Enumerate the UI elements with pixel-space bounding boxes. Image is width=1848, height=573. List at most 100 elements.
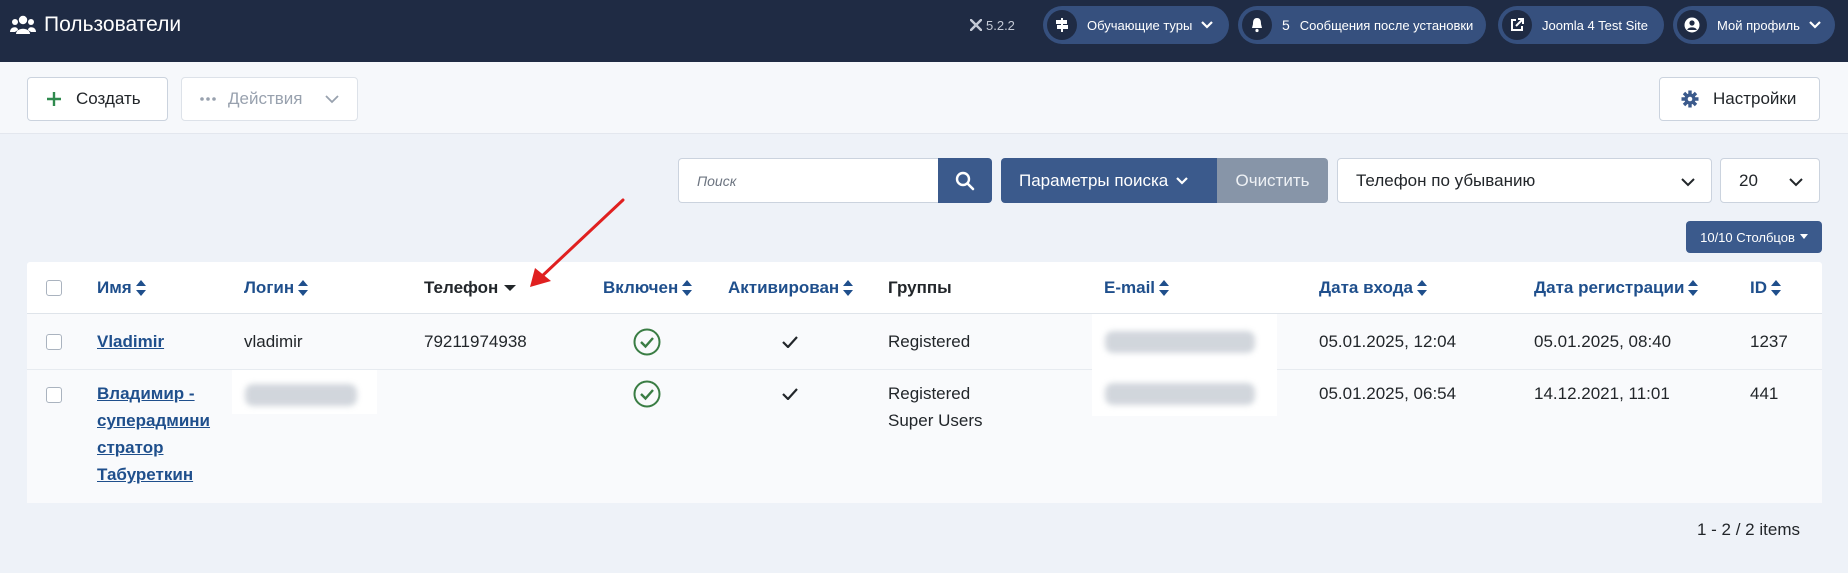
search-input[interactable] [678,158,938,203]
user-email-blurred [1105,383,1255,405]
sort-icon [843,279,854,296]
list-limit-select[interactable]: 20 [1720,158,1820,203]
column-header-activated[interactable]: Активирован [728,274,854,301]
search-button[interactable] [938,158,992,203]
user-name-link[interactable]: Владимир - суперадмини стратор Табуретки… [97,380,210,488]
create-button[interactable]: Создать [27,77,168,121]
ellipsis-icon [200,97,216,101]
actions-label: Действия [228,89,303,108]
joomla-icon [970,19,982,31]
user-group: Super Users [888,411,983,430]
site-link-button[interactable]: Joomla 4 Test Site [1498,6,1664,44]
column-header-registered-label: Дата регистрации [1534,278,1685,297]
bell-icon [1242,10,1272,40]
search-icon [955,171,975,190]
column-header-login[interactable]: Логин [244,274,309,301]
column-header-email[interactable]: E-mail [1104,274,1170,301]
row-checkbox[interactable] [46,334,62,350]
row-checkbox[interactable] [46,387,62,403]
clear-label: Очистить [1235,170,1310,190]
user-name-line: Владимир - [97,384,195,403]
user-phone: 79211974938 [424,332,527,351]
actions-dropdown[interactable]: Действия [181,77,358,121]
column-header-name-label: Имя [97,278,132,297]
user-name-link[interactable]: Vladimir [97,328,164,355]
column-header-last-visit-label: Дата входа [1319,278,1413,297]
column-header-login-label: Логин [244,278,295,297]
sort-select-value: Телефон по убыванию [1356,170,1536,190]
user-email-blurred [1105,331,1255,353]
sort-icon [682,279,693,296]
joomla-version-text: 5.2.2 [986,17,1015,33]
sort-icon [135,279,146,296]
user-last-visit: 05.01.2025, 06:54 [1319,384,1457,403]
post-install-count: 5 [1282,17,1290,33]
column-header-groups: Группы [888,274,952,301]
chevron-down-icon [1176,176,1189,185]
sort-icon [1416,279,1427,296]
user-circle-icon [1677,10,1707,40]
user-name-line: стратор [97,438,164,457]
sort-desc-icon [504,284,517,291]
columns-label: 10/10 Столбцов [1700,229,1795,245]
gear-icon [1681,90,1699,108]
post-install-messages-button[interactable]: 5 Сообщения после установки [1238,6,1486,44]
sort-icon [298,279,309,296]
site-link-label: Joomla 4 Test Site [1542,17,1648,33]
enabled-check-icon[interactable] [633,380,661,408]
column-header-registered[interactable]: Дата регистрации [1534,274,1699,301]
chevron-down-icon [1789,178,1803,187]
columns-button[interactable]: 10/10 Столбцов [1686,221,1822,253]
column-header-id[interactable]: ID [1750,274,1781,301]
column-header-name[interactable]: Имя [97,274,146,301]
chevron-down-icon [1809,21,1821,29]
users-table: Имя Логин Телефон Включен Активирован Гр… [27,262,1822,503]
user-name-line: суперадмини [97,411,211,430]
clear-button[interactable]: Очистить [1217,158,1328,203]
pagination-summary: 1 - 2 / 2 items [1697,520,1800,539]
activated-check-icon [782,388,798,400]
column-header-enabled-label: Включен [603,278,679,297]
user-last-visit: 05.01.2025, 12:04 [1319,332,1457,351]
column-header-enabled[interactable]: Включен [603,274,693,301]
users-icon [10,15,36,34]
chevron-down-icon [1681,178,1695,187]
table-header-row: Имя Логин Телефон Включен Активирован Гр… [27,262,1822,314]
user-groups: Registered Super Users [888,380,982,434]
column-header-last-visit[interactable]: Дата входа [1319,274,1427,301]
table-row: Vladimir vladimir 79211974938 Registered… [27,314,1822,370]
user-name-line: Табуреткин [97,465,194,484]
activated-check-icon [782,336,798,348]
guided-tours-button[interactable]: Обучающие туры [1043,6,1229,44]
sort-select[interactable]: Телефон по убыванию [1337,158,1712,203]
external-link-icon [1502,10,1532,40]
column-header-email-label: E-mail [1104,278,1156,297]
sort-icon [1771,279,1781,296]
user-registered: 05.01.2025, 08:40 [1534,332,1672,351]
settings-label: Настройки [1713,89,1797,108]
user-login: vladimir [244,332,303,351]
search-options-button[interactable]: Параметры поиска [1001,158,1217,203]
select-all-checkbox[interactable] [46,280,62,296]
column-header-phone-label: Телефон [424,278,499,297]
chevron-down-icon [1201,21,1214,29]
column-header-groups-label: Группы [888,278,952,297]
user-id: 1237 [1750,332,1788,351]
plus-icon [47,92,61,106]
sort-icon [1159,279,1170,296]
column-header-phone[interactable]: Телефон [424,274,517,301]
user-groups: Registered [888,332,971,351]
settings-button[interactable]: Настройки [1659,77,1820,121]
search-options-label: Параметры поиска [1019,170,1169,190]
column-header-id-label: ID [1750,278,1767,297]
caret-down-icon [1799,234,1808,239]
user-id: 441 [1750,384,1779,403]
user-profile-menu[interactable]: Мой профиль [1673,6,1835,44]
user-login-blurred [245,384,357,406]
enabled-check-icon[interactable] [633,328,661,356]
chevron-down-icon [325,95,340,104]
top-header: Пользователи 5.2.2 Обучающие туры 5 Сооб… [0,0,1848,62]
user-profile-label: Мой профиль [1717,17,1800,33]
sort-icon [1688,279,1699,296]
signpost-icon [1047,10,1077,40]
